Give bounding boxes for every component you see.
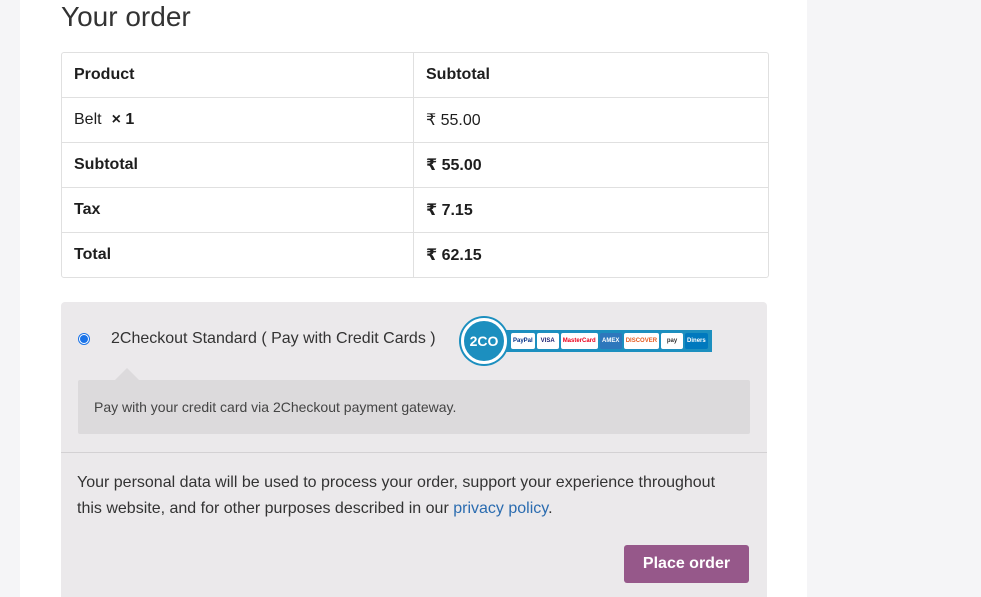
description-arrow	[115, 368, 139, 380]
2checkout-logo: 2CO PayPal VISA MasterCard AMEX DISCOVER…	[461, 318, 712, 364]
privacy-notice: Your personal data will be used to proce…	[77, 470, 717, 522]
product-quantity: × 1	[111, 111, 135, 128]
pay-card-icon: pay	[661, 333, 684, 349]
page-title: Your order	[61, 1, 191, 32]
privacy-notice-end: .	[548, 500, 553, 517]
payment-method-radio[interactable]	[78, 333, 90, 345]
payment-methods: 2Checkout Standard ( Pay with Credit Car…	[61, 302, 767, 597]
amex-card-icon: AMEX	[599, 333, 622, 349]
tax-row: Tax ₹ 7.15	[62, 188, 768, 233]
radio-selected-dot	[80, 335, 88, 343]
checkout-page: Your order Product Subtotal Belt × 1 ₹ 5…	[20, 0, 807, 597]
subtotal-label: Subtotal	[62, 143, 414, 187]
column-header-subtotal: Subtotal	[426, 66, 490, 83]
total-label: Total	[62, 233, 414, 277]
payment-method-2checkout[interactable]: 2Checkout Standard ( Pay with Credit Car…	[78, 330, 436, 348]
2co-logo-icon: 2CO	[461, 318, 507, 364]
table-row: Belt × 1 ₹ 55.00	[62, 98, 768, 143]
accepted-cards-strip: PayPal VISA MasterCard AMEX DISCOVER pay…	[501, 330, 712, 352]
order-review-table: Product Subtotal Belt × 1 ₹ 55.00 Subtot…	[61, 52, 769, 278]
place-order-button[interactable]: Place order	[624, 545, 749, 583]
visa-card-icon: VISA	[536, 333, 559, 349]
total-value: ₹ 62.15	[426, 247, 482, 264]
tax-value: ₹ 7.15	[426, 202, 473, 219]
payment-method-description: Pay with your credit card via 2Checkout …	[78, 380, 750, 434]
divider	[61, 452, 767, 453]
privacy-policy-link[interactable]: privacy policy	[453, 500, 548, 517]
product-price: ₹ 55.00	[426, 112, 481, 129]
subtotal-row: Subtotal ₹ 55.00	[62, 143, 768, 188]
mastercard-card-icon: MasterCard	[560, 333, 598, 349]
discover-card-icon: DISCOVER	[623, 333, 660, 349]
subtotal-value: ₹ 55.00	[426, 157, 482, 174]
total-row: Total ₹ 62.15	[62, 233, 768, 277]
paypal-card-icon: PayPal	[511, 333, 535, 349]
privacy-notice-text: Your personal data will be used to proce…	[77, 474, 716, 517]
diners-card-icon: Diners	[685, 333, 708, 349]
column-header-product: Product	[62, 53, 414, 97]
payment-method-label[interactable]: 2Checkout Standard ( Pay with Credit Car…	[111, 330, 436, 348]
table-header-row: Product Subtotal	[62, 53, 768, 98]
product-cell: Belt × 1	[62, 98, 414, 142]
product-name: Belt	[74, 111, 102, 128]
tax-label: Tax	[62, 188, 414, 232]
